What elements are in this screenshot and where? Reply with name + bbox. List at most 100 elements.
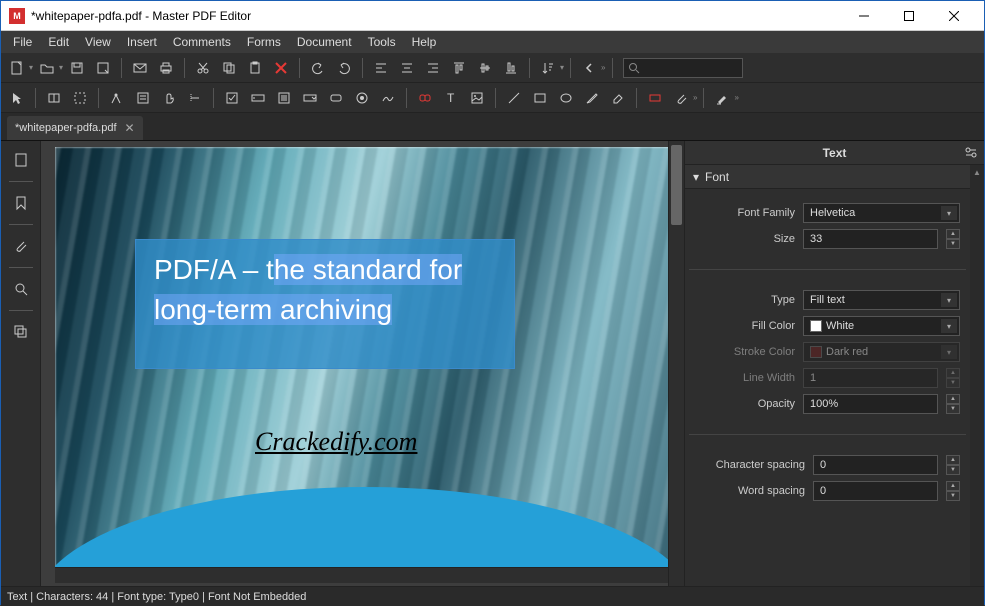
edit-vector-icon[interactable] [105,86,129,110]
panel-settings-icon[interactable] [964,145,978,159]
open-dropdown-icon[interactable]: ▾ [59,63,63,72]
opacity-spinner[interactable]: ▲▼ [946,394,960,414]
sort-dropdown-icon[interactable]: ▾ [560,63,564,72]
bookmarks-panel-icon[interactable] [5,188,37,218]
menu-comments[interactable]: Comments [165,32,239,52]
align-left-icon[interactable] [369,56,393,80]
word-spacing-spinner[interactable]: ▲▼ [946,481,960,501]
menu-edit[interactable]: Edit [40,32,77,52]
image-icon[interactable] [465,86,489,110]
type-combo[interactable]: Fill text ▾ [803,290,960,310]
size-input[interactable]: 33 [803,229,938,249]
menu-document[interactable]: Document [289,32,360,52]
tab-close-icon[interactable]: ✕ [125,121,135,135]
attachments-panel-icon[interactable] [5,231,37,261]
checkbox-icon[interactable] [220,86,244,110]
char-spacing-spinner[interactable]: ▲▼ [946,455,960,475]
eraser-icon[interactable] [606,86,630,110]
menu-help[interactable]: Help [404,32,445,52]
edit-more-icon[interactable]: » [693,93,697,102]
combobox-icon[interactable] [298,86,322,110]
highlighter-icon[interactable] [710,86,734,110]
menu-tools[interactable]: Tools [360,32,404,52]
close-button[interactable] [931,2,976,30]
align-middle-icon[interactable] [473,56,497,80]
highlighter-more-icon[interactable]: » [734,93,738,102]
chevron-down-icon: ▾ [941,319,957,333]
sort-icon[interactable] [536,56,560,80]
edit-text-icon[interactable] [42,86,66,110]
prev-page-icon[interactable] [577,56,601,80]
line-icon[interactable] [502,86,526,110]
font-family-combo[interactable]: Helvetica ▾ [803,203,960,223]
watermark-text: Crackedify.com [255,427,417,457]
cut-icon[interactable] [191,56,215,80]
radio-icon[interactable] [350,86,374,110]
opacity-input[interactable]: 100% [803,394,938,414]
size-spinner[interactable]: ▲▼ [946,229,960,249]
canvas-scrollbar-horizontal[interactable] [55,567,668,583]
fill-color-chip [810,320,822,332]
pages-panel-icon[interactable] [5,145,37,175]
align-top-icon[interactable] [447,56,471,80]
save-icon[interactable] [65,56,89,80]
section-font-header[interactable]: ▾ Font [685,165,970,189]
align-center-icon[interactable] [395,56,419,80]
opacity-value: 100% [810,398,838,410]
align-right-icon[interactable] [421,56,445,80]
panel-body: ▾ Font Font Family Helvetica ▾ Size 33 ▲ [685,165,984,586]
edit-form-icon[interactable] [131,86,155,110]
edit-object-icon[interactable] [68,86,92,110]
link-icon[interactable] [413,86,437,110]
copy-icon[interactable] [217,56,241,80]
heading-text-box[interactable]: PDF/A – the standard for long-term archi… [135,239,515,369]
document-tab-bar: *whitepaper-pdfa.pdf ✕ [1,113,984,141]
menu-forms[interactable]: Forms [239,32,289,52]
redo-icon[interactable] [332,56,356,80]
delete-icon[interactable] [269,56,293,80]
word-spacing-value: 0 [820,485,826,497]
cursor-icon[interactable] [5,86,29,110]
align-bottom-icon[interactable] [499,56,523,80]
paste-icon[interactable] [243,56,267,80]
scrollbar-thumb[interactable] [671,145,682,225]
maximize-button[interactable] [886,2,931,30]
hand-icon[interactable] [157,86,181,110]
minimize-button[interactable] [841,2,886,30]
menu-view[interactable]: View [77,32,119,52]
document-canvas[interactable]: PDF/A – the standard for long-term archi… [41,141,668,586]
document-tab[interactable]: *whitepaper-pdfa.pdf ✕ [7,116,143,140]
scroll-up-icon[interactable]: ▲ [970,165,984,179]
menu-file[interactable]: File [5,32,40,52]
menu-insert[interactable]: Insert [119,32,165,52]
listbox-icon[interactable] [272,86,296,110]
text-tool-icon[interactable]: T [439,86,463,110]
search-input[interactable] [623,58,743,78]
new-dropdown-icon[interactable]: ▾ [29,63,33,72]
attachment-icon[interactable] [669,86,693,110]
email-icon[interactable] [128,56,152,80]
word-spacing-input[interactable]: 0 [813,481,938,501]
save-as-icon[interactable] [91,56,115,80]
ellipse-icon[interactable] [554,86,578,110]
pencil-icon[interactable] [580,86,604,110]
print-icon[interactable] [154,56,178,80]
panel-scrollbar[interactable]: ▲ [970,165,984,586]
search-panel-icon[interactable] [5,274,37,304]
button-icon[interactable] [324,86,348,110]
canvas-scrollbar-vertical[interactable] [668,141,684,586]
open-folder-icon[interactable] [35,56,59,80]
layers-panel-icon[interactable] [5,317,37,347]
highlight-rect-icon[interactable] [643,86,667,110]
rect-icon[interactable] [528,86,552,110]
textfield-icon[interactable] [246,86,270,110]
char-spacing-input[interactable]: 0 [813,455,938,475]
main-area: PDF/A – the standard for long-term archi… [1,141,984,586]
signature-icon[interactable] [376,86,400,110]
stroke-color-combo: Dark red ▾ [803,342,960,362]
nav-more-icon[interactable]: » [601,63,605,72]
new-file-icon[interactable] [5,56,29,80]
select-text-icon[interactable] [183,86,207,110]
fill-color-combo[interactable]: White ▾ [803,316,960,336]
undo-icon[interactable] [306,56,330,80]
